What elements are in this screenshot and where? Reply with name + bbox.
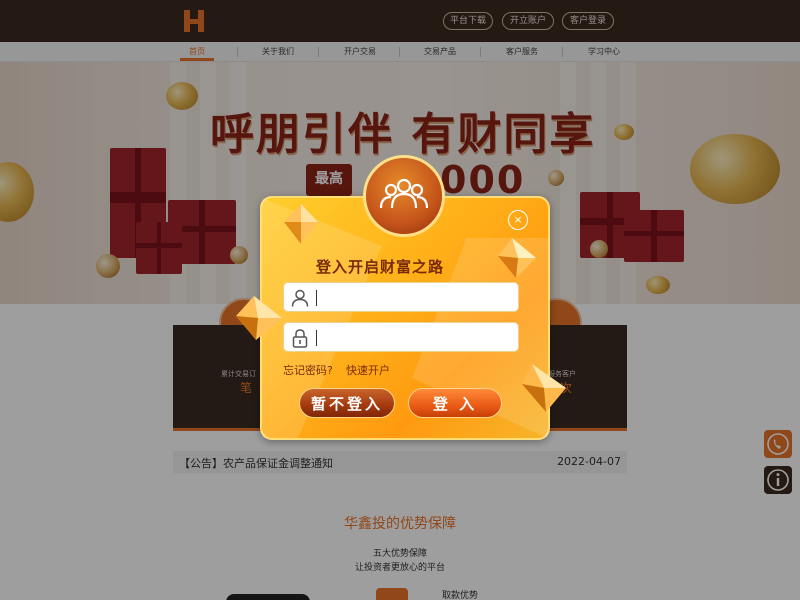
text-caret	[316, 330, 317, 346]
gem-decoration	[498, 238, 536, 278]
skip-login-button[interactable]: 暂不登入	[299, 388, 395, 418]
password-input[interactable]	[320, 327, 510, 349]
username-input[interactable]	[320, 287, 510, 309]
lock-icon	[290, 328, 310, 348]
group-users-icon	[363, 155, 445, 237]
text-caret	[316, 290, 317, 306]
user-icon	[290, 288, 310, 308]
username-field[interactable]	[283, 282, 519, 312]
close-button[interactable]: ×	[508, 210, 528, 230]
login-button[interactable]: 登 入	[408, 388, 502, 418]
password-field[interactable]	[283, 322, 519, 352]
gem-decoration	[284, 204, 318, 244]
modal-title: 登入开启财富之路	[315, 258, 444, 276]
forgot-password-link[interactable]: 忘记密码?	[283, 362, 333, 378]
gem-decoration	[522, 364, 566, 412]
gem-decoration	[236, 296, 282, 340]
quick-open-account-link[interactable]: 快速开户	[346, 362, 390, 378]
